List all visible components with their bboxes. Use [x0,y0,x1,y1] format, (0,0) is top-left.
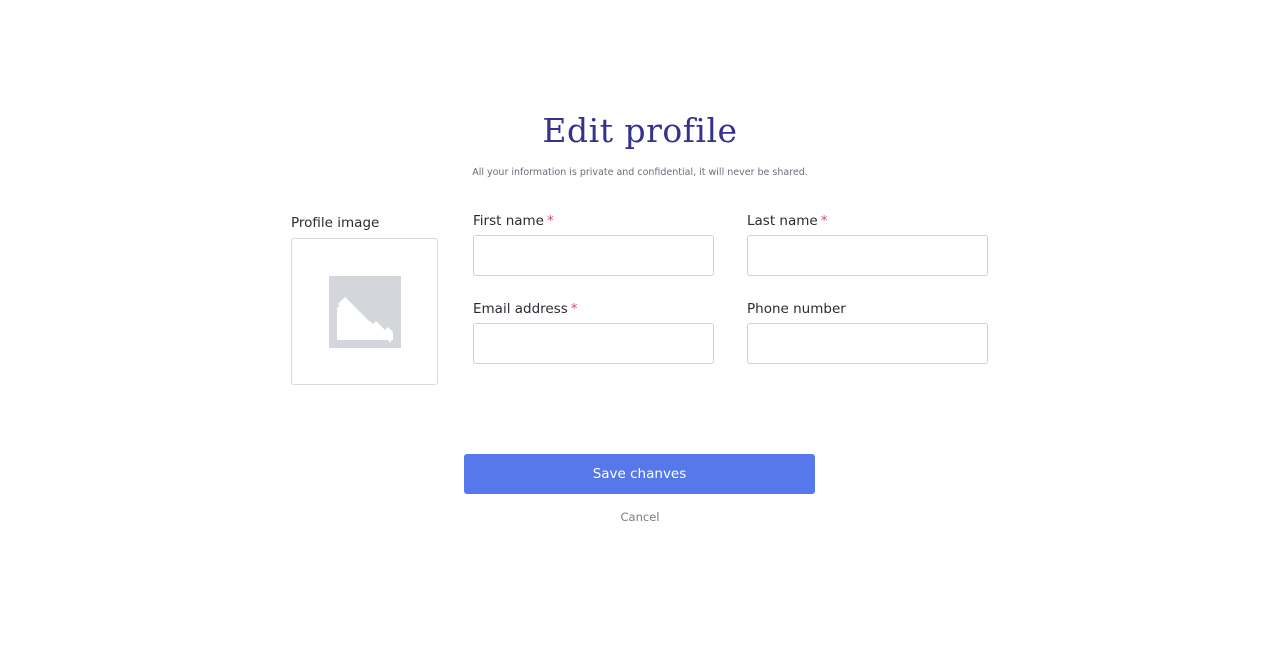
email-label-text: Email address [473,301,568,317]
phone-label: Phone number [747,300,846,318]
email-label: Email address * [473,300,578,318]
email-input[interactable] [473,323,714,364]
required-marker: * [570,301,578,317]
profile-image-label: Profile image [291,215,380,231]
last-name-label: Last name * [747,212,827,230]
cancel-link[interactable]: Cancel [621,510,660,524]
save-button[interactable]: Save chanves [464,454,815,494]
last-name-label-text: Last name [747,213,818,229]
first-name-input[interactable] [473,235,714,276]
image-placeholder-icon [328,275,401,348]
page-title: Edit profile [542,111,738,150]
cancel-row: Cancel [0,509,1280,525]
first-name-label: First name * [473,212,554,230]
edit-profile-page: Edit profile All your information is pri… [0,0,1280,650]
required-marker: * [547,213,554,229]
phone-label-text: Phone number [747,301,846,317]
required-marker: * [820,213,828,229]
profile-image-upload[interactable] [291,238,438,385]
phone-input[interactable] [747,323,988,364]
page-subtitle: All your information is private and conf… [472,167,808,178]
last-name-input[interactable] [747,235,988,276]
first-name-label-text: First name [473,213,544,229]
